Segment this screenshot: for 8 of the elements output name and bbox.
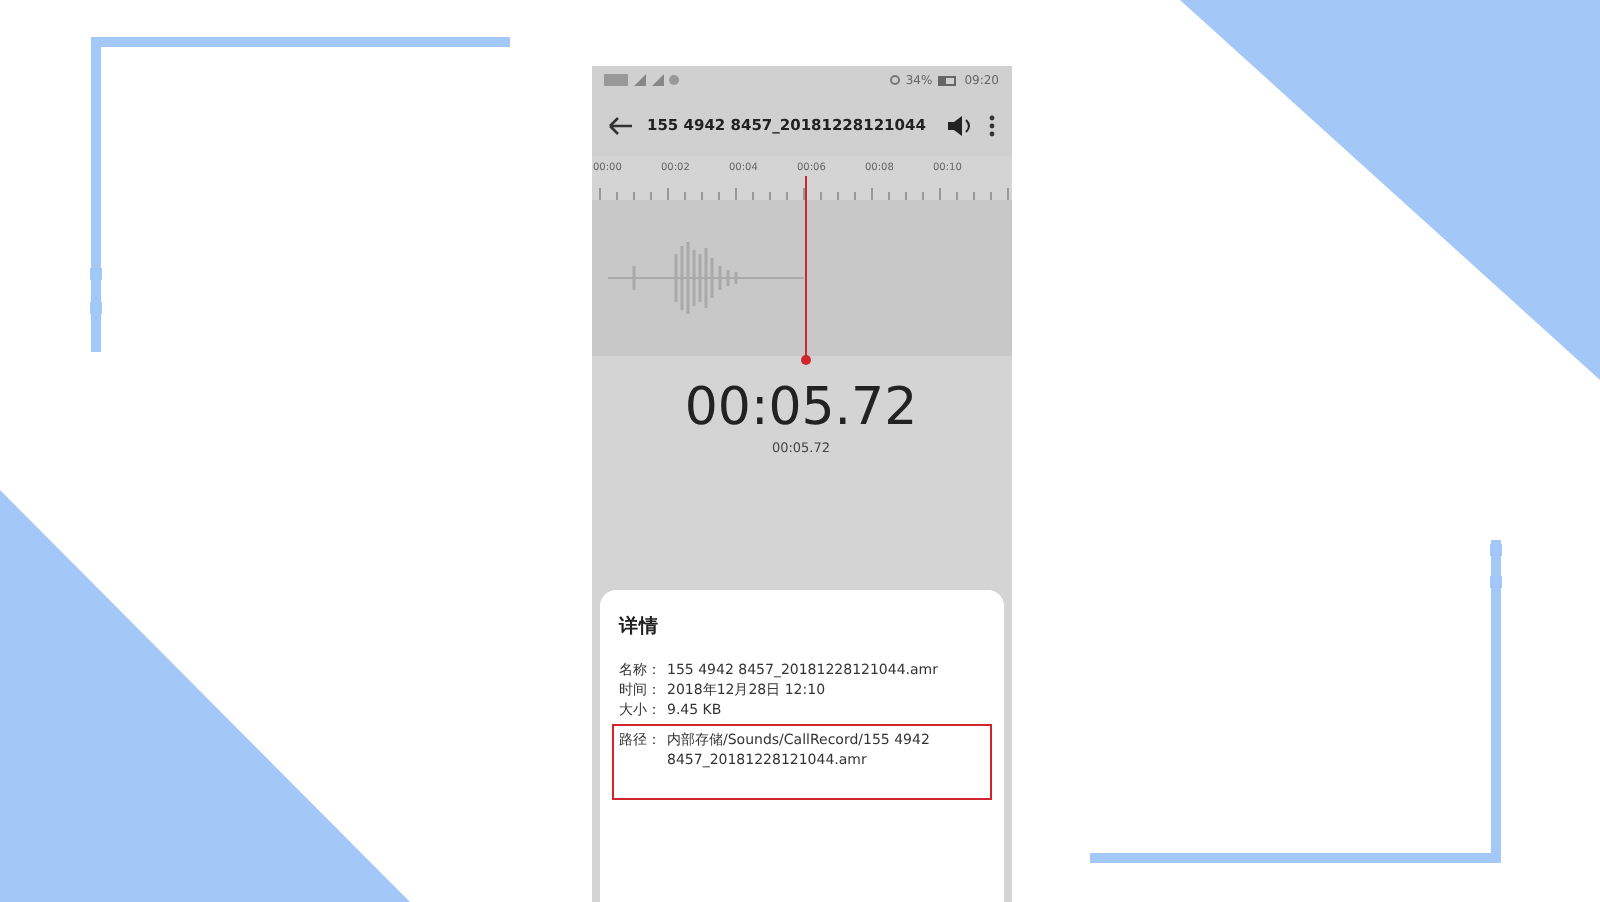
- speaker-icon[interactable]: [947, 115, 971, 135]
- alarm-icon: [889, 74, 900, 86]
- signal-icon: [603, 74, 683, 86]
- back-arrow-icon[interactable]: [607, 115, 631, 135]
- more-menu-icon[interactable]: [987, 113, 995, 137]
- battery-icon: [938, 75, 959, 85]
- dialog-title: 详情: [619, 614, 661, 640]
- playback-time: 00:05.72: [684, 382, 918, 434]
